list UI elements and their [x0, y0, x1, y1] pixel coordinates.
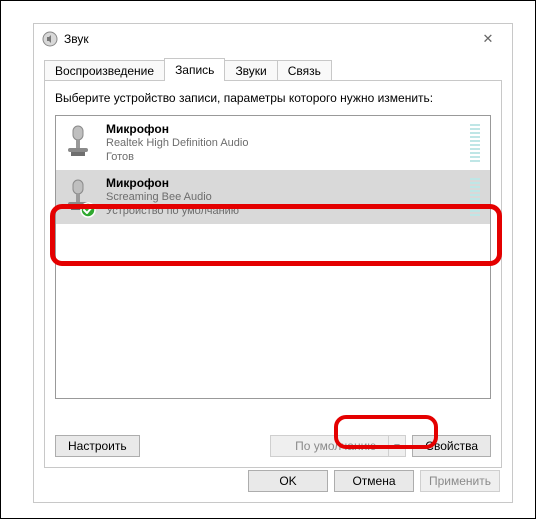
microphone-icon: [62, 122, 96, 164]
chevron-down-icon[interactable]: [388, 436, 405, 456]
tab-strip: Воспроизведение Запись Звуки Связь: [44, 58, 502, 80]
device-driver: Screaming Bee Audio: [106, 190, 462, 204]
tab-communications[interactable]: Связь: [277, 60, 332, 81]
device-list[interactable]: Микрофон Realtek High Definition Audio Г…: [55, 115, 491, 399]
ok-button[interactable]: OK: [248, 470, 328, 492]
tab-sounds[interactable]: Звуки: [224, 60, 277, 81]
microphone-icon: [62, 176, 96, 218]
tab-playback[interactable]: Воспроизведение: [44, 60, 165, 81]
sound-dialog: Звук ✕ Воспроизведение Запись Звуки Связ…: [33, 23, 513, 503]
close-button[interactable]: ✕: [468, 25, 508, 53]
window-title: Звук: [64, 32, 468, 46]
configure-button[interactable]: Настроить: [55, 435, 140, 457]
set-default-dropdown[interactable]: По умолчанию: [270, 435, 406, 457]
set-default-label: По умолчанию: [283, 439, 388, 453]
sound-icon: [42, 31, 58, 47]
device-item[interactable]: Микрофон Screaming Bee Audio Устройство …: [56, 170, 490, 224]
level-meter: [468, 122, 482, 164]
device-name: Микрофон: [106, 122, 462, 136]
level-meter: [468, 176, 482, 218]
cancel-button[interactable]: Отмена: [334, 470, 414, 492]
device-name: Микрофон: [106, 176, 462, 190]
recording-panel: Выберите устройство записи, параметры ко…: [44, 80, 502, 468]
device-item[interactable]: Микрофон Realtek High Definition Audio Г…: [56, 116, 490, 170]
instruction-text: Выберите устройство записи, параметры ко…: [55, 91, 491, 105]
tab-recording[interactable]: Запись: [164, 58, 225, 81]
titlebar[interactable]: Звук ✕: [34, 24, 512, 54]
device-status: Готов: [106, 150, 462, 164]
apply-button[interactable]: Применить: [420, 470, 500, 492]
device-status: Устройство по умолчанию: [106, 204, 462, 218]
properties-button[interactable]: Свойства: [412, 435, 491, 457]
device-driver: Realtek High Definition Audio: [106, 136, 462, 150]
